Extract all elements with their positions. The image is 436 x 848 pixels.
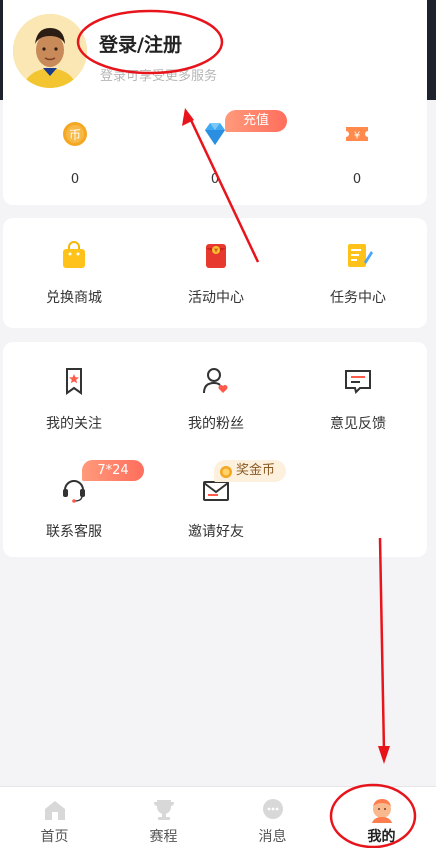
diamond-value: 0 (210, 172, 220, 187)
tab-schedule[interactable]: 赛程 (109, 787, 218, 848)
activity-center-item[interactable]: ¥ 活动中心 (151, 238, 281, 307)
red-envelope-icon: ¥ (199, 238, 233, 272)
svg-text:¥: ¥ (214, 248, 218, 255)
bottom-tab-bar: 首页 赛程 消息 我的 (0, 786, 436, 848)
exchange-mall-label: 兑换商城 (46, 290, 102, 306)
profile-card: 登录/注册 登录可享受更多服务 币 0 0 ¥ 0 充值 (3, 0, 427, 205)
tab-mine[interactable]: 我的 (327, 787, 436, 848)
svg-text:¥: ¥ (354, 131, 360, 142)
coin-reward-label: 奖金币 (236, 463, 276, 478)
feedback-label: 意见反馈 (330, 416, 386, 432)
shop-card: 兑换商城 ¥ 活动中心 任务中心 (3, 218, 427, 328)
ticket-icon: ¥ (341, 118, 373, 150)
coin-stat[interactable]: 币 0 (15, 118, 135, 187)
customer-service-item[interactable]: 联系客服 (9, 472, 139, 541)
down-arrow-line (378, 537, 386, 753)
tab-home-label: 首页 (40, 829, 69, 845)
customer-service-label: 联系客服 (46, 524, 102, 540)
login-subtitle: 登录可享受更多服务 (100, 69, 218, 84)
activity-center-label: 活动中心 (188, 290, 244, 306)
tab-messages-label: 消息 (258, 829, 287, 845)
service-hours-badge: 7*24 (82, 460, 144, 481)
my-follow-item[interactable]: 我的关注 (9, 364, 139, 433)
task-center-label: 任务中心 (330, 290, 386, 306)
invite-friends-label: 邀请好友 (188, 524, 244, 540)
task-center-item[interactable]: 任务中心 (293, 238, 423, 307)
svg-text:币: 币 (69, 128, 81, 142)
menu-card: 我的关注 我的粉丝 意见反馈 联系客服 邀请好友 7*24 奖金币 (3, 342, 427, 557)
coin-reward-badge: 奖金币 (214, 460, 286, 482)
feedback-item[interactable]: 意见反馈 (293, 364, 423, 433)
bookmark-star-icon (57, 364, 91, 398)
tab-messages[interactable]: 消息 (218, 787, 327, 848)
ticket-stat[interactable]: ¥ 0 (297, 118, 417, 187)
my-fans-label: 我的粉丝 (188, 416, 244, 432)
chat-bubble-icon (260, 797, 286, 823)
tab-schedule-label: 赛程 (149, 829, 178, 845)
coin-value: 0 (70, 172, 80, 187)
task-note-icon (341, 238, 375, 272)
my-fans-item[interactable]: 我的粉丝 (151, 364, 281, 433)
exchange-mall-item[interactable]: 兑换商城 (9, 238, 139, 307)
home-icon (42, 797, 68, 823)
recharge-badge[interactable]: 充值 (225, 110, 287, 132)
tab-home[interactable]: 首页 (0, 787, 109, 848)
avatar[interactable] (13, 14, 87, 88)
small-coin-icon (219, 464, 233, 478)
trophy-icon (151, 797, 177, 823)
feedback-message-icon (341, 364, 375, 398)
down-arrowhead (378, 746, 390, 764)
shopping-bag-icon (57, 238, 91, 272)
my-follow-label: 我的关注 (46, 416, 102, 432)
invite-friends-item[interactable]: 邀请好友 (151, 472, 281, 541)
login-register-link[interactable]: 登录/注册 (99, 30, 182, 57)
profile-avatar-icon (369, 797, 395, 823)
ticket-value: 0 (352, 172, 362, 187)
user-heart-icon (199, 364, 233, 398)
tab-mine-label: 我的 (367, 829, 396, 845)
coin-icon: 币 (59, 118, 91, 150)
